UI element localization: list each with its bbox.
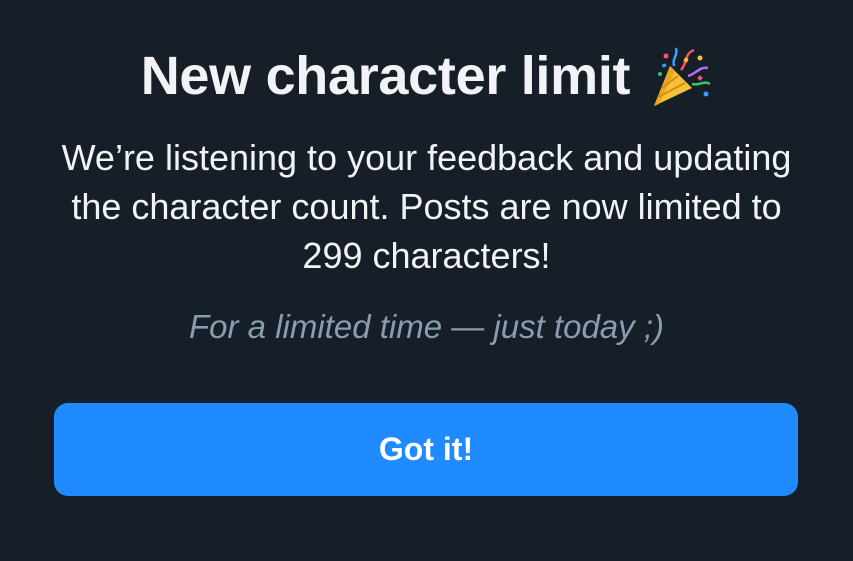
dialog-body: We’re listening to your feedback and upd… bbox=[61, 137, 792, 276]
got-it-button[interactable]: Got it! bbox=[54, 403, 798, 496]
announcement-dialog: New character limit We’re listening to y… bbox=[0, 0, 853, 561]
title-row: New character limit bbox=[0, 38, 853, 114]
party-popper-icon bbox=[648, 46, 712, 110]
dialog-subtext: For a limited time — just today ;) bbox=[189, 308, 664, 345]
dialog-title: New character limit bbox=[140, 46, 631, 106]
